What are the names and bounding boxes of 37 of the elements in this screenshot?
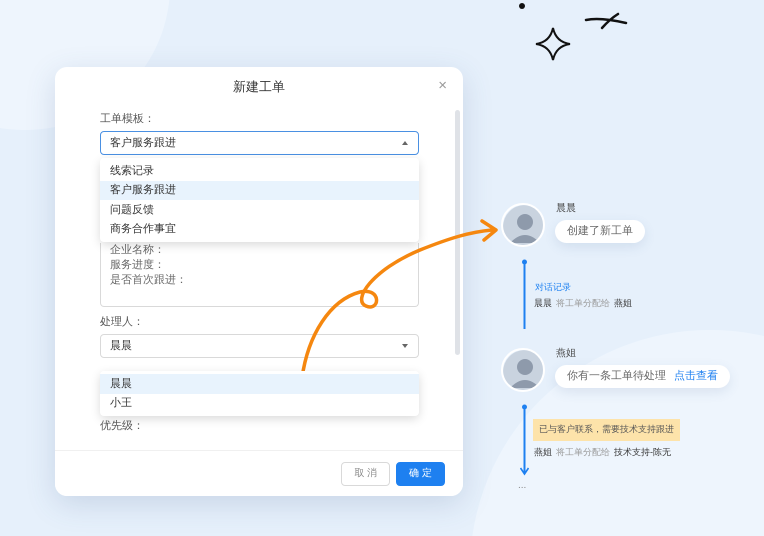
user-name: 燕姐 bbox=[556, 348, 576, 360]
dropdown-option[interactable]: 小王 bbox=[100, 394, 419, 413]
avatar-icon bbox=[501, 348, 545, 392]
log-text: 将工单分配给 bbox=[556, 298, 610, 308]
user-name: 燕姐 bbox=[534, 447, 552, 457]
dropdown-option[interactable]: 线索记录 bbox=[100, 161, 419, 180]
user-name: 晨晨 bbox=[556, 203, 576, 215]
user-name: 燕姐 bbox=[614, 298, 632, 308]
message-text: 创建了新工单 bbox=[567, 224, 633, 240]
note-tag: 已与客户联系，需要技术支持跟进 bbox=[533, 419, 680, 441]
textarea-field[interactable]: 企业名称： 服务进度： 是否首次跟进： bbox=[100, 243, 419, 307]
caret-icon bbox=[401, 140, 409, 146]
message-text: 你有一条工单待处理 bbox=[567, 369, 666, 384]
dropdown-option[interactable]: 问题反馈 bbox=[100, 200, 419, 220]
field-text: 企业名称： bbox=[110, 243, 166, 258]
view-link[interactable]: 点击查看 bbox=[674, 368, 718, 385]
scrollbar[interactable] bbox=[455, 110, 460, 355]
dialog-title: 新建工单 bbox=[233, 78, 285, 96]
record-label: 对话记录 bbox=[535, 282, 571, 292]
confirm-button[interactable]: 确 定 bbox=[396, 462, 445, 486]
cancel-button[interactable]: 取 消 bbox=[341, 462, 390, 486]
dropdown-option[interactable]: 商务合作事宜 bbox=[100, 220, 419, 239]
user-name: 技术支持-陈无 bbox=[614, 447, 671, 457]
select-field[interactable]: 晨晨 bbox=[100, 334, 419, 358]
dropdown-option[interactable]: 晨晨 bbox=[100, 374, 419, 394]
user-name: 晨晨 bbox=[534, 298, 552, 308]
field-label: 优先级： bbox=[100, 420, 145, 432]
caret-icon bbox=[401, 343, 409, 349]
field-text: 是否首次跟进： bbox=[110, 273, 188, 288]
field-label: 工单模板： bbox=[100, 113, 156, 125]
dropdown-option[interactable]: 客户服务跟进 bbox=[100, 180, 419, 200]
log-text: 将工单分配给 bbox=[556, 447, 610, 457]
field-label: 处理人： bbox=[100, 316, 145, 328]
field-text: 服务进度： bbox=[110, 258, 166, 273]
more-text: ... bbox=[518, 479, 526, 493]
select-field[interactable]: 客户服务跟进 bbox=[100, 131, 419, 155]
avatar-icon bbox=[501, 203, 545, 247]
